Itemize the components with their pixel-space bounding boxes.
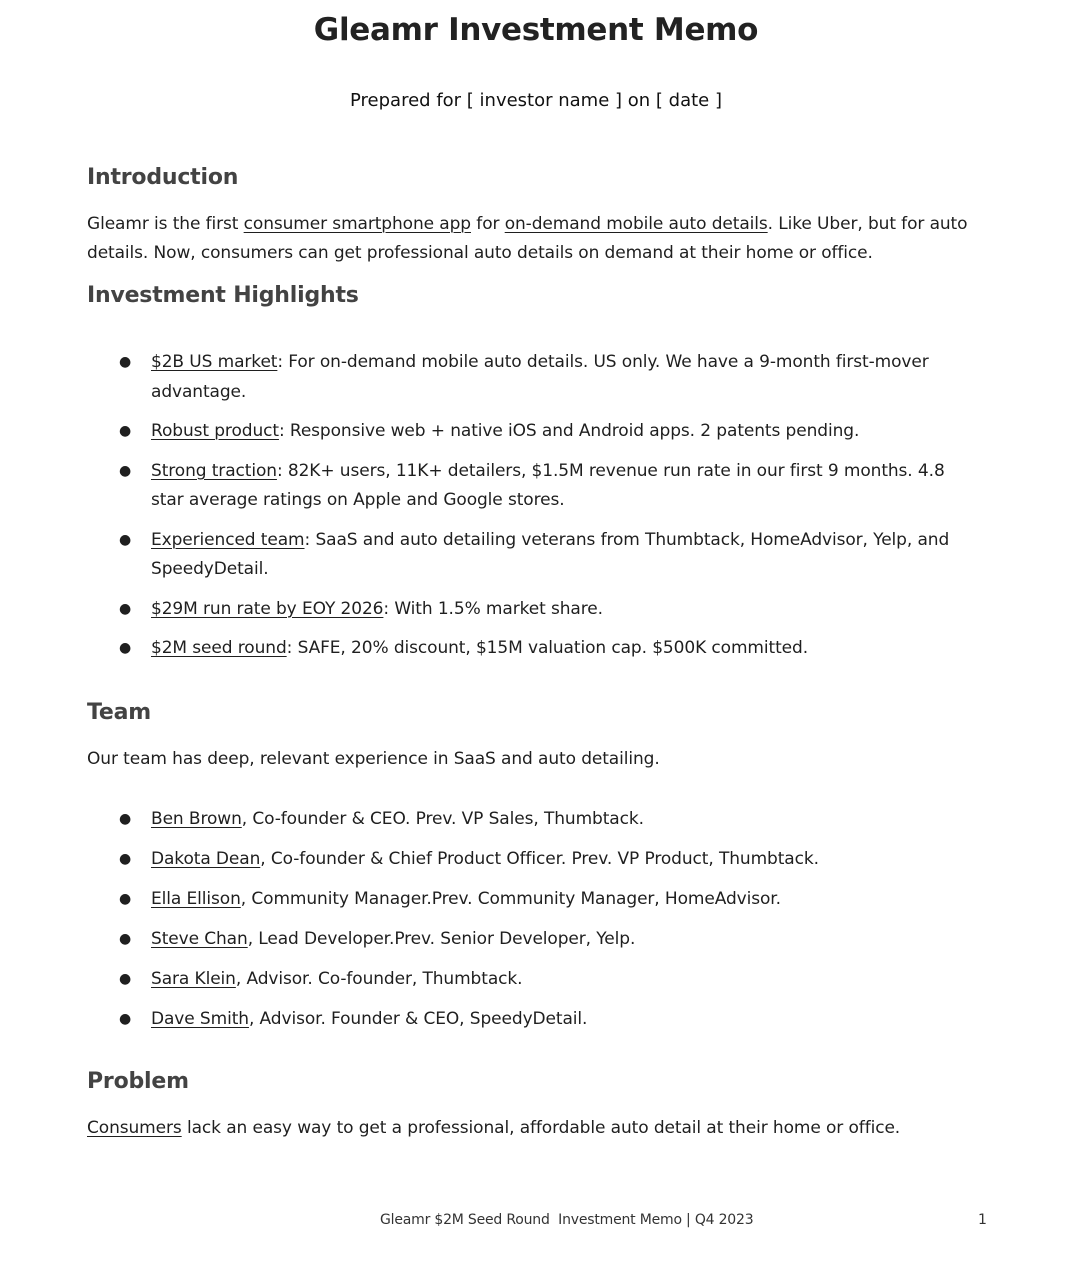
team-member-text: , Co-founder & CEO. Prev. VP Sales, Thum… xyxy=(241,809,644,829)
highlight-item: ● $29M run rate by EOY 2026: With 1.5% ma… xyxy=(0,595,981,625)
highlight-link[interactable]: $2B US market xyxy=(151,352,277,372)
bullet-icon: ● xyxy=(119,891,132,907)
highlight-link[interactable]: Robust product xyxy=(151,421,279,441)
consumers-link[interactable]: Consumers xyxy=(87,1118,182,1138)
investment-highlights-heading: Investment Highlights xyxy=(87,283,359,308)
team-member-text: , Lead Developer.Prev. Senior Developer,… xyxy=(247,929,636,949)
page-number: 1 xyxy=(978,1212,987,1228)
team-list: ● Ben Brown, Co-founder & CEO. Prev. VP S… xyxy=(0,805,1000,1035)
page-footer: Gleamr $2M Seed Round Investment Memo | … xyxy=(380,1212,754,1228)
team-member-text: , Advisor. Co-founder, Thumbtack. xyxy=(235,969,523,989)
intro-text-1: Gleamr is the first xyxy=(87,214,244,234)
highlight-item: ● $2M seed round: SAFE, 20% discount, $15… xyxy=(0,634,981,664)
highlight-link[interactable]: $2M seed round xyxy=(151,638,287,658)
problem-text: lack an easy way to get a professional, … xyxy=(181,1118,901,1138)
team-member: ● Dave Smith, Advisor. Founder & CEO, Spe… xyxy=(0,1005,981,1035)
bullet-icon: ● xyxy=(119,1011,132,1027)
highlight-text: : Responsive web + native iOS and Androi… xyxy=(278,421,860,441)
team-member: ● Ella Ellison, Community Manager.Prev. C… xyxy=(0,885,981,915)
highlights-list: ● $2B US market: For on-demand mobile aut… xyxy=(0,348,1000,664)
highlight-text: : SAFE, 20% discount, $15M valuation cap… xyxy=(286,638,808,658)
highlight-item: ● Strong traction: 82K+ users, 11K+ detai… xyxy=(0,457,981,516)
team-member-name-link[interactable]: Ben Brown xyxy=(151,809,242,829)
team-intro: Our team has deep, relevant experience i… xyxy=(87,749,660,769)
bullet-icon: ● xyxy=(119,971,132,987)
bullet-icon: ● xyxy=(119,600,132,617)
bullet-icon: ● xyxy=(119,931,132,947)
bullet-icon: ● xyxy=(119,354,132,370)
problem-paragraph: Consumers lack an easy way to get a prof… xyxy=(87,1114,987,1143)
highlight-link[interactable]: Experienced team xyxy=(151,530,305,550)
highlight-link[interactable]: $29M run rate by EOY 2026 xyxy=(151,599,384,619)
intro-text-2: for xyxy=(471,214,505,234)
bullet-icon: ● xyxy=(119,423,132,439)
document-page: Gleamr Investment Memo Prepared for [ in… xyxy=(0,0,1072,1262)
bullet-icon: ● xyxy=(119,640,132,656)
bullet-icon: ● xyxy=(119,851,132,867)
team-member-name-link[interactable]: Ella Ellison xyxy=(151,889,241,909)
team-heading: Team xyxy=(87,700,151,725)
document-title: Gleamr Investment Memo xyxy=(313,12,759,48)
highlight-item: ● Robust product: Responsive web + native… xyxy=(0,417,981,447)
introduction-paragraph: Gleamr is the first consumer smartphone … xyxy=(87,210,987,268)
team-member-text: , Advisor. Founder & CEO, SpeedyDetail. xyxy=(248,1009,588,1029)
bullet-icon: ● xyxy=(119,531,132,548)
bullet-icon: ● xyxy=(119,462,132,479)
team-member-text: , Community Manager.Prev. Community Mana… xyxy=(240,889,781,909)
team-member: ● Ben Brown, Co-founder & CEO. Prev. VP S… xyxy=(0,805,981,835)
team-member: ● Sara Klein, Advisor. Co-founder, Thumbt… xyxy=(0,965,981,995)
highlight-item: ● Experienced team: SaaS and auto detaili… xyxy=(0,526,981,585)
highlight-link[interactable]: Strong traction xyxy=(151,461,277,481)
team-member-name-link[interactable]: Sara Klein xyxy=(151,969,236,989)
team-member: ● Steve Chan, Lead Developer.Prev. Senior… xyxy=(0,925,981,955)
team-member-name-link[interactable]: Dakota Dean xyxy=(151,849,260,869)
document-subtitle: Prepared for [ investor name ] on [ date… xyxy=(350,90,722,111)
bullet-icon: ● xyxy=(119,811,132,827)
team-member-text: , Co-founder & Chief Product Officer. Pr… xyxy=(260,849,819,869)
introduction-heading: Introduction xyxy=(87,165,239,190)
consumer-smartphone-app-link[interactable]: consumer smartphone app xyxy=(244,214,471,234)
highlight-item: ● $2B US market: For on-demand mobile aut… xyxy=(0,348,981,407)
problem-heading: Problem xyxy=(87,1069,189,1094)
team-member: ● Dakota Dean, Co-founder & Chief Product… xyxy=(0,845,981,875)
team-member-name-link[interactable]: Dave Smith xyxy=(151,1009,249,1029)
team-member-name-link[interactable]: Steve Chan xyxy=(151,929,248,949)
on-demand-auto-details-link[interactable]: on-demand mobile auto details xyxy=(505,214,768,234)
highlight-text: : With 1.5% market share. xyxy=(383,598,603,619)
